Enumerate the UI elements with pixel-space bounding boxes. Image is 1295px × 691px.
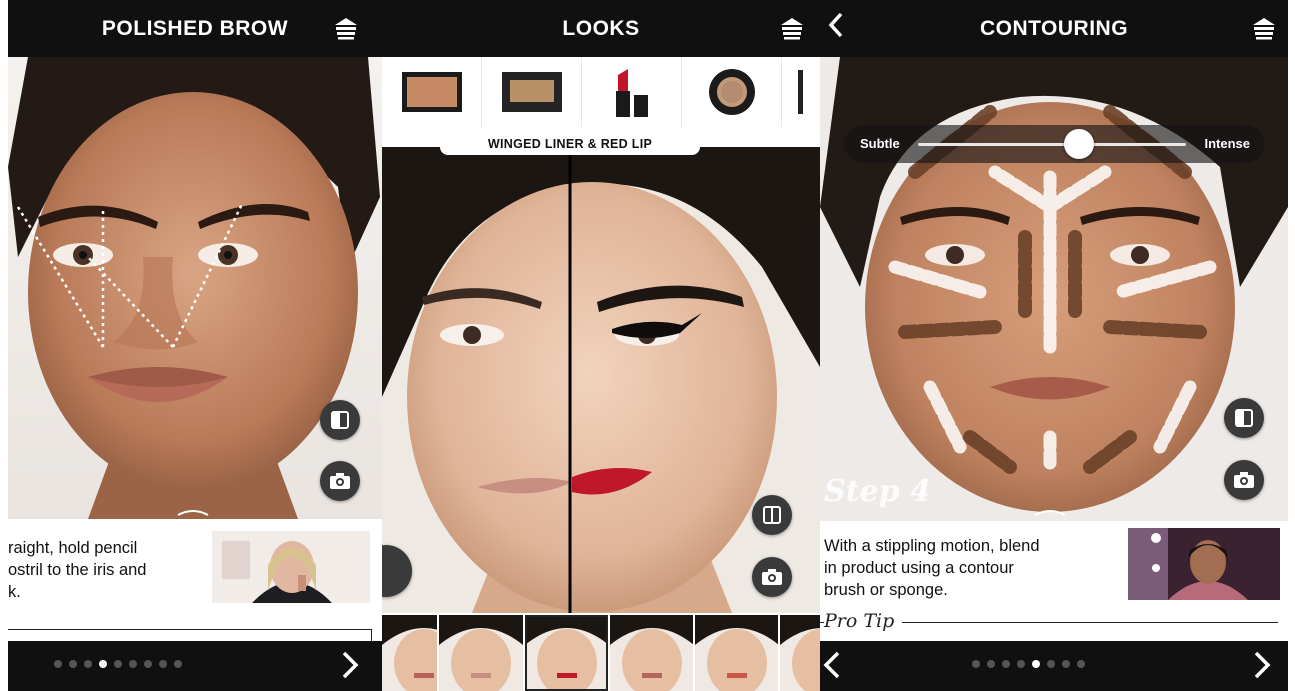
pro-tip-header: Pro Tip	[820, 610, 1278, 636]
pro-tip-label: Pro Tip	[824, 610, 903, 632]
chevron-left-icon[interactable]	[822, 645, 844, 691]
page-dot[interactable]	[1077, 660, 1085, 668]
compare-icon[interactable]	[320, 400, 360, 440]
page-dot[interactable]	[69, 660, 77, 668]
slider-min-label: Subtle	[860, 136, 900, 151]
page-dot[interactable]	[144, 660, 152, 668]
look-filmstrip	[382, 613, 820, 691]
instruction-line: ostril to the iris and	[8, 561, 147, 579]
look-thumbnail[interactable]	[439, 615, 523, 691]
page-dot[interactable]	[1062, 660, 1070, 668]
camera-icon[interactable]	[1224, 460, 1264, 500]
look-preview-photo	[382, 147, 820, 613]
page-dot[interactable]	[1017, 660, 1025, 668]
screen-title: POLISHED BROW	[101, 16, 289, 40]
look-thumbnail[interactable]	[695, 615, 779, 691]
page-dot[interactable]	[129, 660, 137, 668]
look-thumbnail-active[interactable]	[524, 615, 608, 691]
page-dot[interactable]	[54, 660, 62, 668]
page-indicator	[54, 660, 182, 668]
slider-max-label: Intense	[1204, 136, 1250, 151]
page-dot[interactable]	[159, 660, 167, 668]
screen-title: LOOKS	[562, 16, 640, 40]
intensity-slider[interactable]: Subtle Intense	[844, 125, 1264, 163]
divider	[371, 629, 372, 641]
page-dot[interactable]	[1047, 660, 1055, 668]
footer-bar	[820, 641, 1288, 691]
tutorial-video-thumbnail[interactable]	[1128, 528, 1280, 600]
page-dot[interactable]	[987, 660, 995, 668]
looks-screen: LOOKS WINGED LINER & RED LIP	[382, 0, 820, 691]
screen-title: CONTOURING	[979, 16, 1129, 40]
page-dot-active[interactable]	[99, 660, 107, 668]
divider	[8, 629, 372, 630]
look-thumbnail[interactable]	[382, 615, 438, 691]
cream-concealer-pot-icon[interactable]	[682, 57, 782, 127]
top-bar: CONTOURING	[820, 0, 1288, 57]
step-title: Step 4	[824, 474, 931, 509]
page-dot[interactable]	[114, 660, 122, 668]
camera-icon[interactable]	[752, 557, 792, 597]
page-indicator	[972, 660, 1085, 668]
eyeliner-pencil-icon[interactable]	[782, 57, 820, 127]
page-dot-active[interactable]	[1032, 660, 1040, 668]
page-dot[interactable]	[84, 660, 92, 668]
polished-brow-screen: POLISHED BROW raight, hold pencil ostril…	[8, 0, 382, 691]
slider-thumb[interactable]	[1063, 129, 1094, 159]
instruction-line: in product using a contour	[824, 559, 1014, 577]
slider-track[interactable]	[918, 143, 1186, 146]
shopping-bag-icon[interactable]	[778, 14, 806, 42]
compare-icon[interactable]	[1224, 398, 1264, 438]
instruction-area: raight, hold pencil ostril to the iris a…	[8, 519, 382, 641]
powder-compact-icon[interactable]	[482, 57, 582, 127]
page-dot[interactable]	[1002, 660, 1010, 668]
instruction-text: With a stippling motion, blend in produc…	[824, 535, 1040, 601]
shopping-bag-icon[interactable]	[332, 14, 360, 42]
instruction-line: raight, hold pencil	[8, 539, 138, 557]
face-photo	[8, 57, 382, 519]
look-name-label: WINGED LINER & RED LIP	[440, 133, 700, 155]
chevron-right-icon[interactable]	[340, 645, 362, 691]
tutorial-video-thumbnail[interactable]	[212, 531, 370, 603]
top-bar: POLISHED BROW	[8, 0, 382, 57]
product-strip	[382, 57, 820, 127]
page-dot[interactable]	[972, 660, 980, 668]
chevron-left-icon[interactable]	[826, 8, 852, 46]
look-thumbnail[interactable]	[609, 615, 694, 691]
bronzer-compact-icon[interactable]	[382, 57, 482, 127]
footer-bar	[8, 641, 382, 691]
chevron-right-icon[interactable]	[1252, 645, 1274, 691]
instruction-line: brush or sponge.	[824, 581, 948, 599]
look-thumbnail[interactable]	[780, 615, 820, 691]
instruction-line: With a stippling motion, blend	[824, 537, 1040, 555]
red-lipstick-icon[interactable]	[582, 57, 682, 127]
compare-icon[interactable]	[752, 495, 792, 535]
instruction-line: k.	[8, 583, 21, 601]
contouring-screen: CONTOURING Subtle Intense Step 4 With a …	[820, 0, 1288, 691]
camera-icon[interactable]	[320, 461, 360, 501]
page-dot[interactable]	[174, 660, 182, 668]
top-bar: LOOKS	[382, 0, 820, 57]
instruction-text: raight, hold pencil ostril to the iris a…	[8, 537, 146, 603]
shopping-bag-icon[interactable]	[1250, 14, 1278, 42]
contour-guide-photo: Subtle Intense	[820, 57, 1288, 521]
